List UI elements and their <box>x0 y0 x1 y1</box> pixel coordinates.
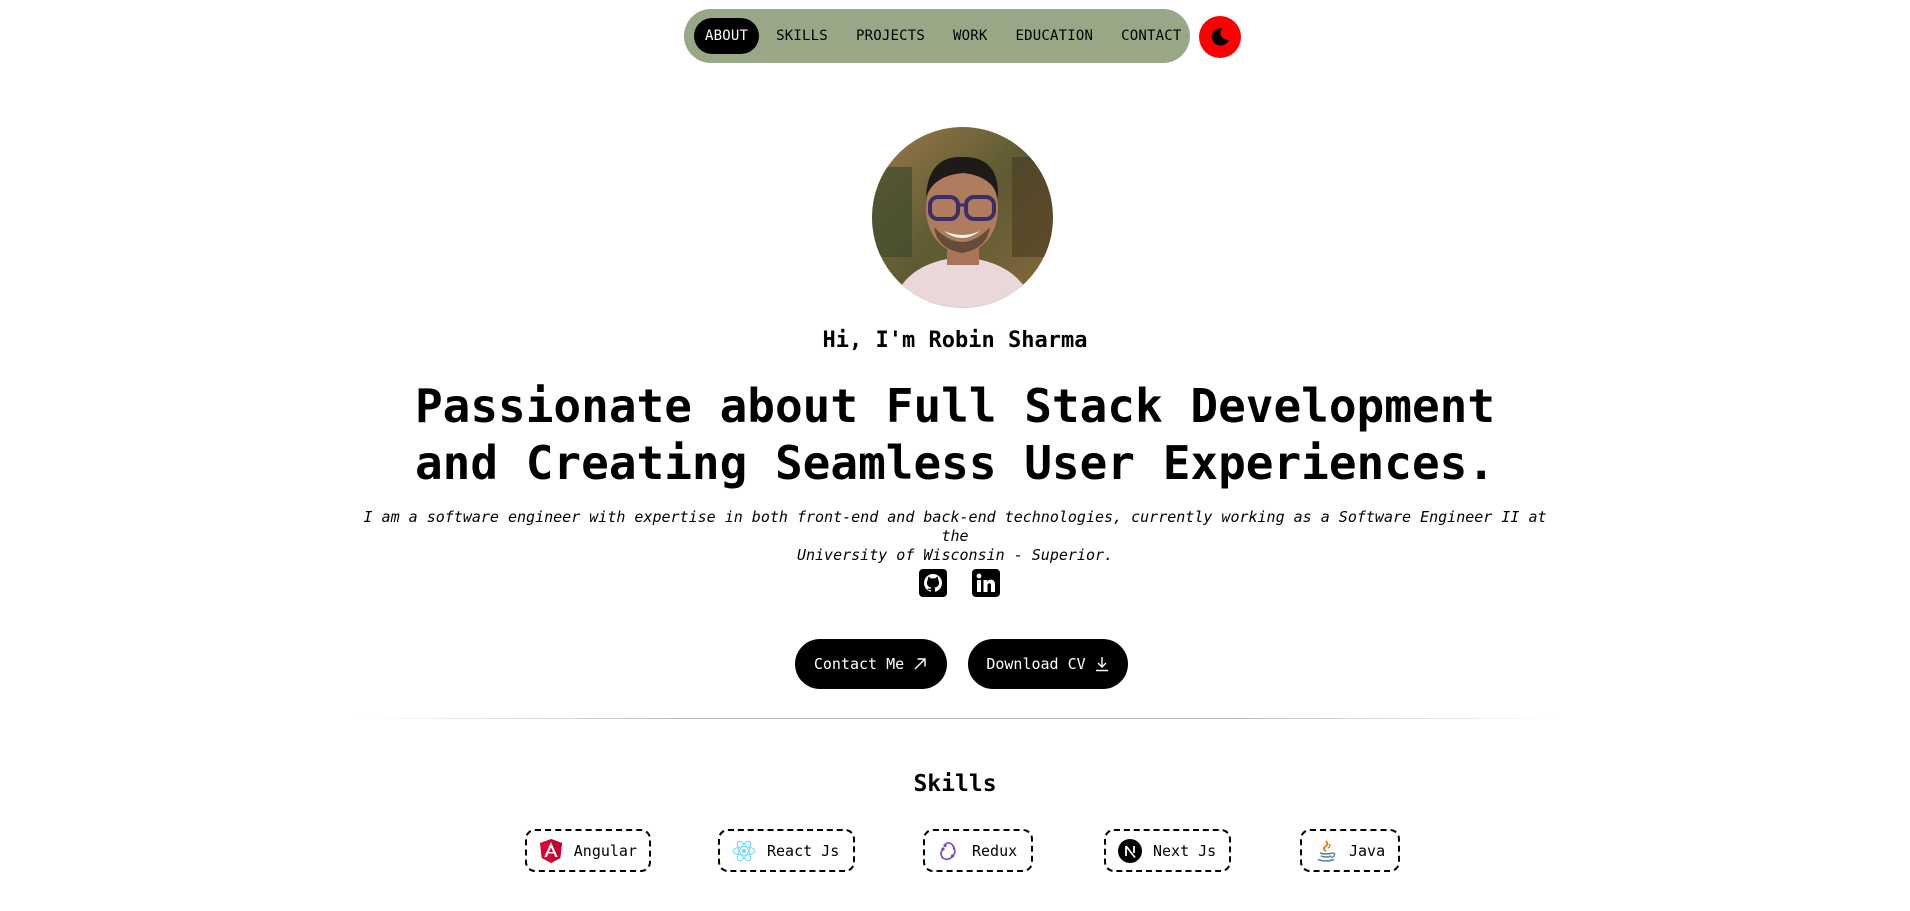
nav-item-work[interactable]: WORK <box>942 18 999 54</box>
page-title: Passionate about Full Stack Development … <box>0 378 1910 492</box>
greeting: Hi, I'm Robin Sharma <box>822 328 1088 353</box>
top-nav: ABOUT SKILLS PROJECTS WORK EDUCATION CON… <box>684 9 1190 63</box>
arrow-up-right-icon <box>914 658 926 670</box>
theme-toggle-button[interactable] <box>1199 16 1241 58</box>
github-icon <box>919 569 947 597</box>
headline-line-2: and Creating Seamless User Experiences. <box>414 436 1496 490</box>
bio: I am a software engineer with expertise … <box>360 508 1550 565</box>
skill-redux: Redux <box>923 829 1033 872</box>
section-divider <box>358 718 1558 719</box>
skill-label: Java <box>1349 841 1386 860</box>
contact-me-button[interactable]: Contact Me <box>795 639 947 689</box>
avatar <box>872 127 1053 308</box>
nav-item-contact[interactable]: CONTACT <box>1110 18 1192 54</box>
nav-item-skills[interactable]: SKILLS <box>765 18 839 54</box>
react-icon <box>732 839 756 863</box>
contact-me-label: Contact Me <box>813 655 905 673</box>
linkedin-icon <box>972 569 1000 597</box>
headline-line-1: Passionate about Full Stack Development <box>414 379 1496 433</box>
download-icon <box>1095 657 1108 672</box>
skills-title: Skills <box>913 771 997 797</box>
skill-nextjs: Next Js <box>1104 829 1231 872</box>
bio-line-2: University of Wisconsin - Superior. <box>796 546 1114 564</box>
moon-icon <box>1211 28 1229 46</box>
angular-icon <box>539 838 563 863</box>
skill-angular: Angular <box>525 829 651 872</box>
skill-label: Next Js <box>1153 841 1217 860</box>
download-cv-label: Download CV <box>986 655 1086 673</box>
download-cv-button[interactable]: Download CV <box>968 639 1128 689</box>
skill-label: Redux <box>972 841 1018 860</box>
java-icon <box>1314 839 1338 863</box>
nav-item-projects[interactable]: PROJECTS <box>845 18 936 54</box>
redux-icon <box>937 839 961 863</box>
portfolio-page: ABOUT SKILLS PROJECTS WORK EDUCATION CON… <box>0 0 1910 911</box>
skill-java: Java <box>1300 829 1400 872</box>
linkedin-link[interactable] <box>972 568 1000 598</box>
bio-line-1: I am a software engineer with expertise … <box>363 508 1547 545</box>
nav-item-education[interactable]: EDUCATION <box>1004 18 1104 54</box>
skill-label: Angular <box>573 841 637 860</box>
social-links <box>919 568 1000 598</box>
nextjs-icon <box>1118 838 1142 863</box>
nav-item-about[interactable]: ABOUT <box>694 18 760 54</box>
skill-react: React Js <box>718 829 855 872</box>
github-link[interactable] <box>919 568 947 598</box>
skill-label: React Js <box>767 841 840 860</box>
